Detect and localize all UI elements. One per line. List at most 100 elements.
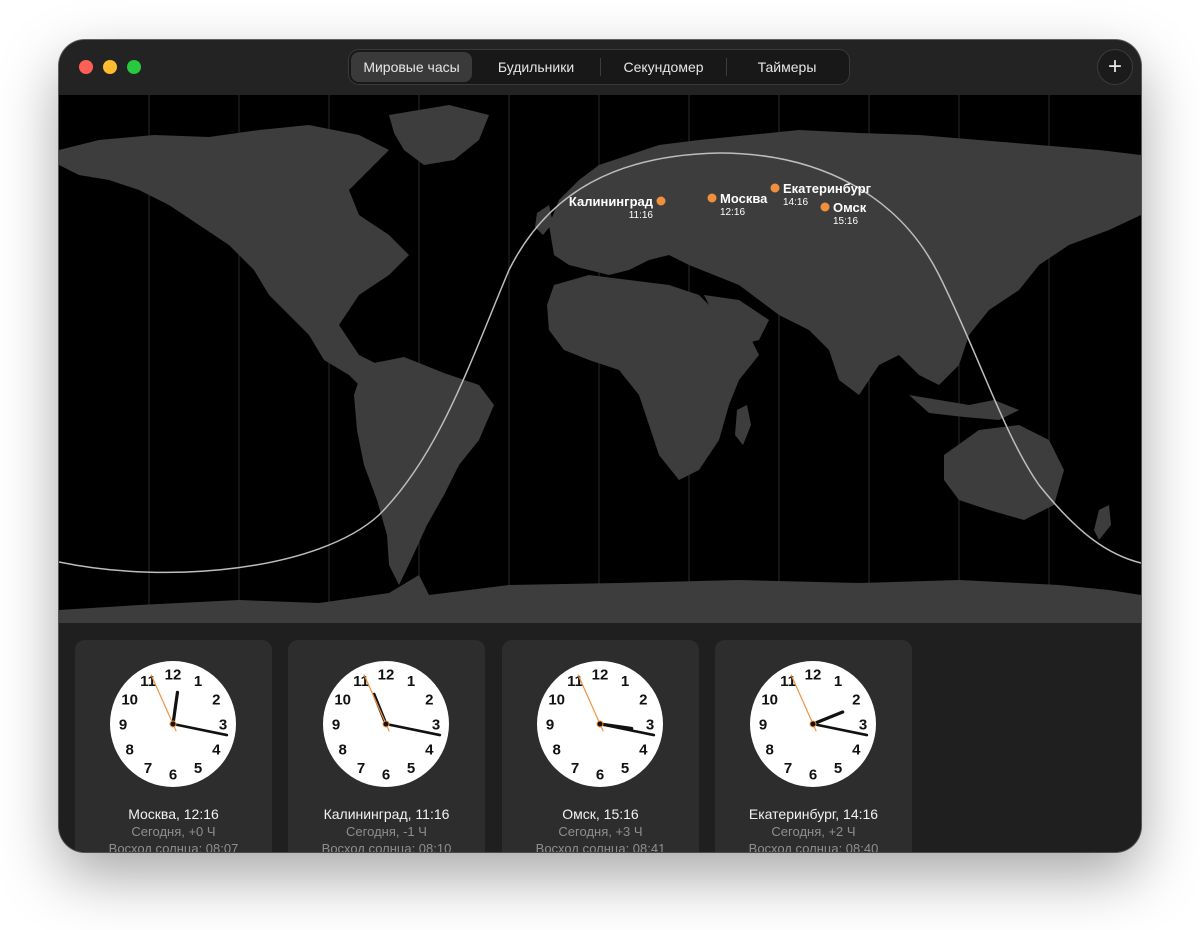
clock-numeral: 12 (592, 667, 609, 684)
north-america (59, 125, 409, 395)
tab-alarms[interactable]: Будильники (472, 52, 600, 82)
city-time: 14:16 (783, 197, 808, 208)
clock-center (809, 720, 817, 728)
clock-numeral: 8 (126, 742, 134, 759)
clock-numeral: 12 (378, 667, 395, 684)
city-dot (820, 202, 830, 212)
clock-city-time: Калининград, 11:16 (323, 806, 450, 822)
clock-numeral: 2 (425, 692, 433, 709)
clock-numeral: 9 (759, 717, 767, 734)
minimize-window-button[interactable] (103, 60, 117, 74)
clock-numeral: 3 (219, 717, 227, 734)
madagascar (735, 405, 751, 445)
antarctica (59, 575, 1141, 623)
clock-day-offset: Сегодня, -1 Ч (346, 824, 427, 839)
analog-clock: 12 1234567891011 (110, 661, 236, 787)
tab-stopwatch[interactable]: Секундомер (601, 52, 726, 82)
city-name: Москва (720, 191, 768, 206)
clock-sunrise: Восход солнца: 08:41 (535, 841, 666, 852)
clock-day-offset: Сегодня, +0 Ч (131, 824, 216, 839)
clock-numeral: 12 (805, 667, 822, 684)
add-city-button[interactable]: + (1097, 49, 1133, 85)
clock-card[interactable]: 12 1 2 3 4 5 6 7 8 9 10 11 Калининград, 11:16 Сегод… (288, 640, 485, 852)
clock-numeral: 9 (119, 717, 127, 734)
title-bar: Мировые часы Будильники Секундомер Тайме… (59, 40, 1141, 95)
city-dot (770, 183, 780, 193)
plus-icon: + (1107, 53, 1122, 80)
clock-numeral: 8 (553, 742, 561, 759)
clock-day-offset: Сегодня, +2 Ч (771, 824, 856, 839)
clock-card[interactable]: 12 1 2 3 4 5 6 7 8 9 10 11 Омск, 15:16 Сегодня, +3 … (502, 640, 699, 852)
city-name: Екатеринбург (783, 181, 872, 196)
clock-numeral: 4 (852, 742, 861, 759)
clock-numeral: 10 (121, 692, 138, 709)
clock-sunrise: Восход солнца: 08:07 (108, 841, 239, 852)
clock-cards: 12 1 2 3 4 5 6 7 8 9 10 11 Москва, 12:16 Сегодня, +… (59, 623, 1141, 852)
clock-numeral: 12 (165, 667, 182, 684)
city-time: 15:16 (833, 216, 858, 227)
new-zealand (1094, 505, 1111, 540)
clock-numeral: 8 (766, 742, 774, 759)
clock-numeral: 6 (809, 767, 817, 784)
close-window-button[interactable] (79, 60, 93, 74)
south-america (354, 357, 494, 585)
clock-numeral: 5 (194, 760, 202, 777)
clock-numeral: 4 (212, 742, 221, 759)
clock-numeral: 4 (639, 742, 648, 759)
clock-numeral: 5 (621, 760, 629, 777)
clock-numeral: 2 (639, 692, 647, 709)
clock-card[interactable]: 12 1 2 3 4 5 6 7 8 9 10 11 Екатеринбург, 14:16 Сего… (715, 640, 912, 852)
clock-numeral: 1 (407, 673, 415, 690)
clock-numeral: 9 (546, 717, 554, 734)
clock-numeral: 5 (407, 760, 415, 777)
world-map-graphic: Калининград 11:16 Москва 12:16 Екатеринб… (59, 95, 1141, 623)
clock-center (382, 720, 390, 728)
city-time: 11:16 (629, 210, 654, 221)
clock-city-time: Омск, 15:16 (562, 806, 639, 822)
clock-numeral: 9 (332, 717, 340, 734)
city-name: Омск (833, 200, 867, 215)
australia (944, 425, 1064, 520)
clock-numeral: 3 (859, 717, 867, 734)
clock-numeral: 1 (834, 673, 842, 690)
clock-numeral: 6 (382, 767, 390, 784)
city-dot (707, 193, 717, 203)
analog-clock: 12 1234567891011 (537, 661, 663, 787)
clock-numeral: 1 (621, 673, 629, 690)
clock-numeral: 4 (425, 742, 434, 759)
clock-numeral: 10 (334, 692, 351, 709)
clock-numeral: 5 (834, 760, 842, 777)
clock-numeral: 7 (571, 760, 579, 777)
clock-city-time: Москва, 12:16 (128, 806, 219, 822)
clock-sunrise: Восход солнца: 08:10 (321, 841, 452, 852)
clock-numeral: 2 (212, 692, 220, 709)
clock-day-offset: Сегодня, +3 Ч (558, 824, 643, 839)
clock-center (596, 720, 604, 728)
city-time: 12:16 (720, 207, 745, 218)
clock-numeral: 2 (852, 692, 860, 709)
clock-numeral: 10 (761, 692, 778, 709)
clock-numeral: 7 (784, 760, 792, 777)
clock-numeral: 7 (144, 760, 152, 777)
greenland (389, 105, 489, 165)
clock-numeral: 1 (194, 673, 202, 690)
clock-numeral: 7 (357, 760, 365, 777)
clock-card[interactable]: 12 1 2 3 4 5 6 7 8 9 10 11 Москва, 12:16 Сегодня, +… (75, 640, 272, 852)
clock-numeral: 3 (646, 717, 654, 734)
clock-center (169, 720, 177, 728)
clock-sunrise: Восход солнца: 08:40 (748, 841, 879, 852)
world-clock-window: Мировые часы Будильники Секундомер Тайме… (59, 40, 1141, 852)
tab-timers[interactable]: Таймеры (727, 52, 847, 82)
tab-world-clock[interactable]: Мировые часы (351, 52, 472, 82)
city-name: Калининград (569, 194, 654, 209)
clock-city-time: Екатеринбург, 14:16 (748, 806, 879, 822)
city-dot (656, 196, 666, 206)
analog-clock: 12 1234567891011 (750, 661, 876, 787)
clock-numeral: 8 (339, 742, 347, 759)
clock-numeral: 10 (548, 692, 565, 709)
analog-clock: 12 1234567891011 (323, 661, 449, 787)
world-map: Калининград 11:16 Москва 12:16 Екатеринб… (59, 95, 1141, 623)
tab-bar: Мировые часы Будильники Секундомер Тайме… (348, 49, 850, 85)
clock-numeral: 6 (169, 767, 177, 784)
zoom-window-button[interactable] (127, 60, 141, 74)
